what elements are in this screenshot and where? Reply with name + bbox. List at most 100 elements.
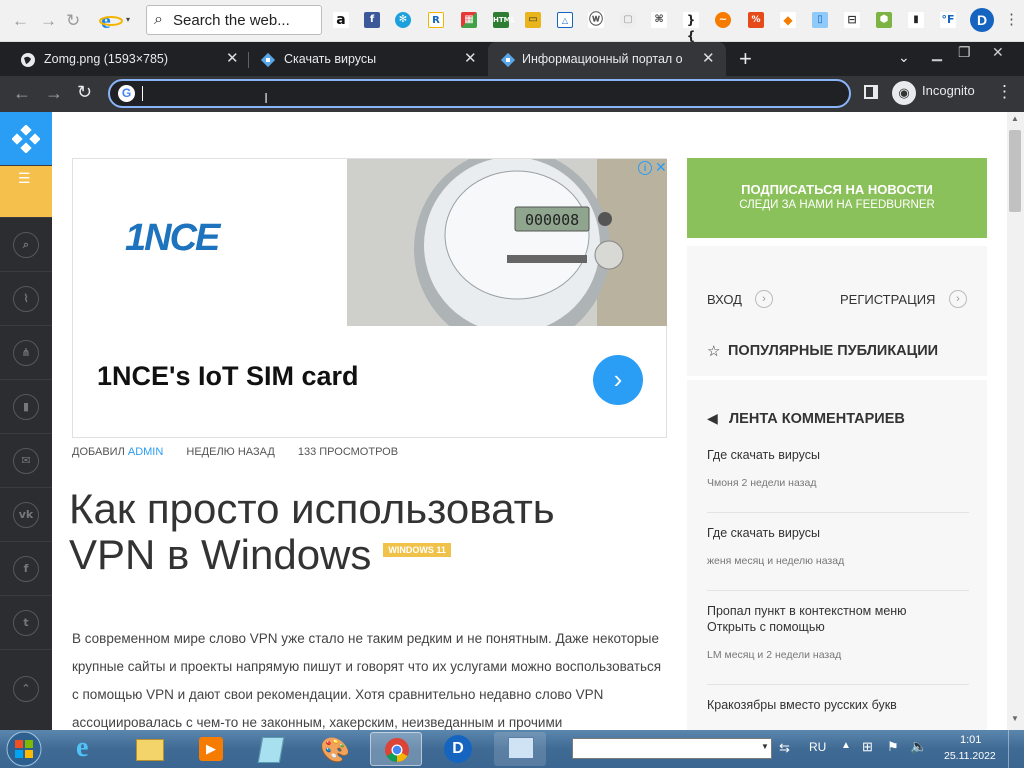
- network-icon[interactable]: ⌘: [651, 12, 667, 28]
- forward-icon[interactable]: →: [45, 83, 63, 104]
- site-logo[interactable]: [0, 112, 52, 166]
- sitemap-button[interactable]: ⋔: [0, 326, 52, 380]
- rss-button[interactable]: ⌇: [0, 272, 52, 326]
- clock-date[interactable]: 25.11.2022: [944, 750, 996, 762]
- reload-icon[interactable]: ↻: [77, 82, 92, 103]
- android-icon[interactable]: ⬢: [876, 12, 892, 28]
- category-badge[interactable]: WINDOWS 11: [383, 542, 451, 557]
- amazon-icon[interactable]: a: [333, 12, 349, 28]
- notepad-taskbar-icon[interactable]: [244, 732, 296, 766]
- adchoices-icon[interactable]: i: [638, 161, 652, 175]
- side-panel-icon[interactable]: [864, 85, 878, 99]
- ie-icon[interactable]: e: [99, 8, 125, 33]
- reload-icon[interactable]: ↻: [66, 11, 80, 31]
- chrome-taskbar-icon[interactable]: [370, 732, 422, 766]
- snowflake-icon[interactable]: ✻: [395, 12, 411, 28]
- facebook-button[interactable]: f: [0, 542, 52, 596]
- triangle-icon[interactable]: △: [557, 12, 573, 28]
- twitter-button[interactable]: t: [0, 596, 52, 650]
- web-search-box[interactable]: ⌕ Search the web...: [146, 5, 322, 35]
- control-panel-taskbar-icon[interactable]: [494, 732, 546, 766]
- scroll-down-arrow-icon[interactable]: ▼: [1011, 714, 1019, 723]
- new-tab-icon[interactable]: +: [739, 46, 752, 72]
- comment-title[interactable]: Где скачать вирусы: [707, 447, 969, 463]
- close-window-icon[interactable]: ✕: [992, 44, 1004, 61]
- percent-icon[interactable]: %: [748, 12, 764, 28]
- comment-title[interactable]: Где скачать вирусы: [707, 525, 969, 541]
- search-button[interactable]: ⌕: [0, 218, 52, 272]
- media-player-taskbar-icon[interactable]: ▶: [184, 732, 236, 766]
- comment-item[interactable]: Где скачать вирусы Чмоня 2 недели назад: [707, 447, 969, 513]
- r-extension-icon[interactable]: R: [428, 12, 444, 28]
- phone-icon[interactable]: ▮: [908, 12, 924, 28]
- close-tab-icon[interactable]: ✕: [464, 49, 477, 67]
- d-logo-icon[interactable]: D: [970, 8, 994, 32]
- login-arrow-icon[interactable]: ›: [755, 290, 773, 308]
- page-scrollbar[interactable]: ▲ ▼: [1007, 112, 1024, 730]
- scroll-up-button[interactable]: ⌃: [0, 662, 52, 716]
- address-toolbar-input[interactable]: ▼: [572, 738, 772, 759]
- language-indicator[interactable]: RU: [809, 740, 826, 754]
- incognito-label[interactable]: Incognito: [922, 83, 975, 98]
- chrome-menu-icon[interactable]: ⋮: [996, 82, 1013, 102]
- menu-dots-icon[interactable]: ⋮: [1004, 10, 1019, 28]
- register-arrow-icon[interactable]: ›: [949, 290, 967, 308]
- orange-leaf-icon[interactable]: ◆: [780, 12, 796, 28]
- temperature-icon[interactable]: °F: [940, 12, 956, 28]
- document-icon[interactable]: ▯: [812, 12, 828, 28]
- brackets-icon[interactable]: }{: [683, 12, 699, 43]
- show-desktop-button[interactable]: [1008, 730, 1024, 768]
- tab-zomg[interactable]: Zomg.png (1593×785) ✕: [0, 42, 248, 76]
- paint-taskbar-icon[interactable]: 🎨: [306, 732, 358, 766]
- scroll-thumb[interactable]: [1009, 130, 1021, 212]
- close-tab-icon[interactable]: ✕: [702, 49, 715, 67]
- volume-icon[interactable]: 🔈: [910, 738, 927, 755]
- comment-title[interactable]: Кракозябры вместо русских букв: [707, 697, 969, 713]
- back-arrow-icon[interactable]: ←: [12, 11, 29, 31]
- network-tray-icon[interactable]: ⊞: [862, 739, 873, 755]
- tab-download-viruses[interactable]: Скачать вирусы ✕: [240, 42, 488, 76]
- scroll-up-arrow-icon[interactable]: ▲: [1011, 114, 1019, 123]
- colorful-grid-icon[interactable]: ▦: [461, 12, 477, 28]
- comment-item[interactable]: Где скачать вирусы женя месяц и неделю н…: [707, 525, 969, 591]
- mail-button[interactable]: ✉: [0, 434, 52, 488]
- subscribe-banner[interactable]: ПОДПИСАТЬСЯ НА НОВОСТИ СЛЕДИ ЗА НАМИ НА …: [687, 158, 987, 238]
- folder-icon[interactable]: ▭: [525, 12, 541, 28]
- tab-info-portal[interactable]: Информационный портал о Wi ✕: [488, 42, 726, 76]
- go-arrow-icon[interactable]: ⇆: [779, 740, 790, 756]
- restore-icon[interactable]: ❐: [958, 44, 971, 61]
- w-circle-icon[interactable]: ⓦ: [588, 12, 604, 28]
- start-button[interactable]: [2, 730, 46, 768]
- login-link[interactable]: ВХОД: [707, 292, 742, 307]
- orange-circle-icon[interactable]: ~: [715, 12, 731, 28]
- html-icon[interactable]: HTML: [493, 12, 515, 28]
- minimize-icon[interactable]: ▁: [932, 46, 942, 62]
- ad-arrow-button[interactable]: ›: [593, 355, 643, 405]
- dropdown-arrow-icon[interactable]: ▼: [761, 742, 769, 751]
- close-tab-icon[interactable]: ✕: [226, 49, 239, 67]
- comment-title[interactable]: Пропал пункт в контекстном меню Открыть …: [707, 603, 927, 635]
- vk-button[interactable]: vk: [0, 488, 52, 542]
- car-icon[interactable]: ⊟: [844, 12, 860, 28]
- facebook-icon[interactable]: f: [364, 12, 380, 28]
- tab-search-chevron-icon[interactable]: ⌄: [898, 49, 910, 66]
- register-link[interactable]: РЕГИСТРАЦИЯ: [840, 292, 935, 307]
- comment-item[interactable]: Кракозябры вместо русских букв: [707, 697, 969, 730]
- action-center-icon[interactable]: ⚑: [887, 739, 899, 755]
- advertisement[interactable]: 1NCE 000008 i ✕ 1NCE's IoT SIM card ›: [72, 158, 667, 438]
- tray-expand-icon[interactable]: ▲: [841, 740, 851, 751]
- back-icon[interactable]: ←: [13, 83, 31, 104]
- puzzle-icon[interactable]: ▢: [620, 12, 636, 28]
- close-ad-icon[interactable]: ✕: [655, 159, 667, 176]
- author-link[interactable]: ADMIN: [128, 446, 163, 458]
- forward-arrow-icon[interactable]: →: [40, 11, 57, 31]
- explorer-taskbar-icon[interactable]: [124, 732, 176, 766]
- d-app-taskbar-icon[interactable]: D: [432, 732, 484, 766]
- address-bar[interactable]: G: [108, 79, 851, 108]
- comment-item[interactable]: Пропал пункт в контекстном меню Открыть …: [707, 603, 969, 685]
- menu-list-button[interactable]: ☰: [0, 166, 52, 218]
- ie-taskbar-icon[interactable]: e: [64, 732, 116, 766]
- ie-dropdown-icon[interactable]: ▾: [126, 15, 130, 24]
- bookmark-button[interactable]: ▮: [0, 380, 52, 434]
- clock-time[interactable]: 1:01: [960, 734, 981, 746]
